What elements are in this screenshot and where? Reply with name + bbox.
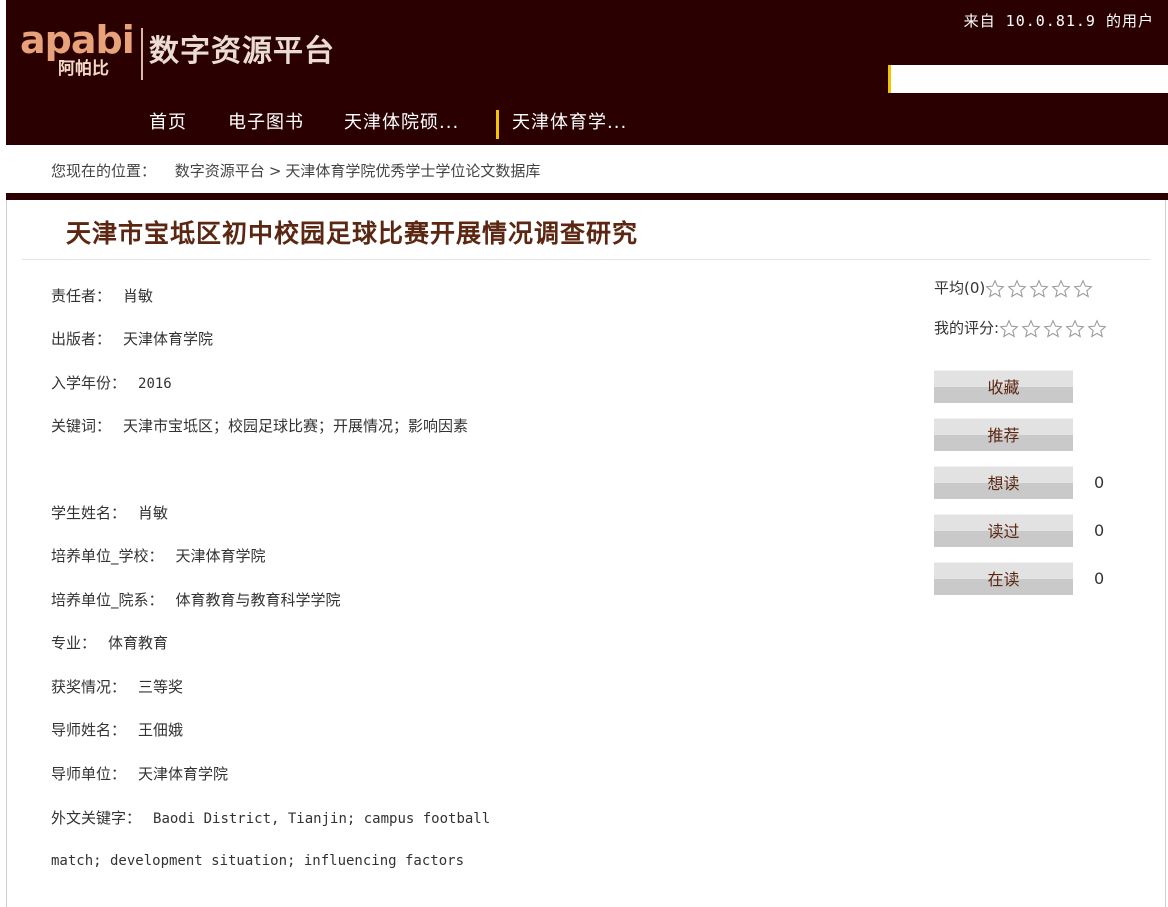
breadcrumb-divider-bar xyxy=(6,193,1168,200)
star-icon xyxy=(1029,279,1049,298)
field-label: 导师单位： xyxy=(51,765,127,783)
nav-item-home[interactable]: 首页 xyxy=(149,106,187,140)
field-value: 三等奖 xyxy=(138,678,184,696)
record-title: 天津市宝坻区初中校园足球比赛开展情况调查研究 xyxy=(66,219,639,248)
average-rating-stars xyxy=(985,278,1095,300)
reading-count: 0 xyxy=(1094,569,1105,588)
star-icon[interactable] xyxy=(1087,319,1107,339)
field-keywords: 关键词： 天津市宝坻区；校园足球比赛；开展情况；影响因素 xyxy=(51,415,468,437)
field-award: 获奖情况： 三等奖 xyxy=(51,676,183,698)
reading-button[interactable]: 在读 xyxy=(934,562,1073,595)
field-label: 关键词： xyxy=(51,417,112,435)
field-value: 肖敏 xyxy=(123,287,154,305)
want-to-read-count: 0 xyxy=(1094,473,1105,492)
field-author: 责任者： 肖敏 xyxy=(51,285,153,307)
field-label: 责任者： xyxy=(51,287,112,305)
nav-item-tjus-master[interactable]: 天津体院硕... xyxy=(344,106,459,140)
platform-title: 数字资源平台 xyxy=(149,34,335,69)
logo-divider xyxy=(141,28,143,80)
breadcrumb-prefix: 您现在的位置： xyxy=(51,162,157,180)
nav-item-ebooks[interactable]: 电子图书 xyxy=(228,106,304,140)
star-icon xyxy=(985,279,1005,298)
field-value: 王佃娥 xyxy=(138,721,184,739)
field-label: 专业： xyxy=(51,634,97,652)
field-value: 天津体育学院 xyxy=(123,330,214,348)
star-icon xyxy=(1051,279,1071,298)
field-school: 培养单位_学校： 天津体育学院 xyxy=(51,545,266,567)
recommend-button[interactable]: 推荐 xyxy=(934,418,1073,451)
star-icon xyxy=(1007,279,1027,298)
star-icon xyxy=(1073,279,1093,298)
favorite-button[interactable]: 收藏 xyxy=(934,370,1073,403)
star-icon[interactable] xyxy=(999,319,1019,339)
title-divider xyxy=(22,259,1150,260)
my-rating-label: 我的评分: xyxy=(934,319,1000,337)
field-value: 天津市宝坻区；校园足球比赛；开展情况；影响因素 xyxy=(123,417,469,435)
star-icon[interactable] xyxy=(1043,319,1063,339)
field-value: 体育教育 xyxy=(108,634,169,652)
field-label: 培养单位_院系： xyxy=(51,591,164,609)
field-advisor-name: 导师姓名： 王佃娥 xyxy=(51,719,183,741)
star-icon[interactable] xyxy=(1021,319,1041,339)
field-label: 导师姓名： xyxy=(51,721,127,739)
have-read-count: 0 xyxy=(1094,521,1105,540)
average-rating-label: 平均(0) xyxy=(934,279,986,297)
foreign-keywords-continuation: match; development situation; influencin… xyxy=(51,853,465,869)
nav-item-tjus-bachelor[interactable]: 天津体育学... xyxy=(512,106,627,140)
field-label: 获奖情况： xyxy=(51,678,127,696)
search-input[interactable] xyxy=(888,65,1168,93)
field-value: Baodi District, Tianjin; campus football xyxy=(153,811,491,827)
want-to-read-button[interactable]: 想读 xyxy=(934,466,1073,499)
breadcrumb-item-platform[interactable]: 数字资源平台 xyxy=(175,162,265,180)
field-value: 肖敏 xyxy=(138,504,169,522)
header: apabi 阿帕比 数字资源平台 来自 10.0.81.9 的用户 首页 电子图… xyxy=(6,0,1168,145)
nav-active-indicator xyxy=(496,110,499,139)
field-value: 2016 xyxy=(138,376,172,392)
average-rating: 平均(0) xyxy=(934,277,1095,300)
logo-wordmark: apabi xyxy=(20,18,135,62)
field-label: 外文关键字： xyxy=(51,809,142,827)
breadcrumb-separator: > xyxy=(268,162,282,180)
my-rating-stars xyxy=(999,318,1109,340)
field-advisor-unit: 导师单位： 天津体育学院 xyxy=(51,763,228,785)
field-enrollment-year: 入学年份： 2016 xyxy=(51,372,172,395)
visitor-info: 来自 10.0.81.9 的用户 xyxy=(963,12,1154,30)
have-read-button[interactable]: 读过 xyxy=(934,514,1073,547)
field-value: 天津体育学院 xyxy=(138,765,229,783)
my-rating: 我的评分: xyxy=(934,317,1109,340)
apabi-logo[interactable]: apabi 阿帕比 数字资源平台 xyxy=(20,20,360,86)
field-label: 培养单位_学校： xyxy=(51,547,164,565)
field-value: 天津体育学院 xyxy=(175,547,266,565)
field-student-name: 学生姓名： 肖敏 xyxy=(51,502,168,524)
field-foreign-keywords: 外文关键字： Baodi District, Tianjin; campus fo… xyxy=(51,807,490,830)
main-nav: 首页 电子图书 天津体院硕... 天津体育学... xyxy=(6,106,1168,142)
field-major: 专业： 体育教育 xyxy=(51,632,168,654)
breadcrumb: 您现在的位置： 数字资源平台 > 天津体育学院优秀学士学位论文数据库 xyxy=(51,160,540,182)
field-department: 培养单位_院系： 体育教育与教育科学学院 xyxy=(51,589,341,611)
logo-cn-name: 阿帕比 xyxy=(58,59,109,79)
star-icon[interactable] xyxy=(1065,319,1085,339)
field-label: 学生姓名： xyxy=(51,504,127,522)
field-label: 入学年份： xyxy=(51,374,127,392)
field-label: 出版者： xyxy=(51,330,112,348)
breadcrumb-item-database[interactable]: 天津体育学院优秀学士学位论文数据库 xyxy=(285,162,540,180)
field-publisher: 出版者： 天津体育学院 xyxy=(51,328,213,350)
field-value: 体育教育与教育科学学院 xyxy=(175,591,341,609)
